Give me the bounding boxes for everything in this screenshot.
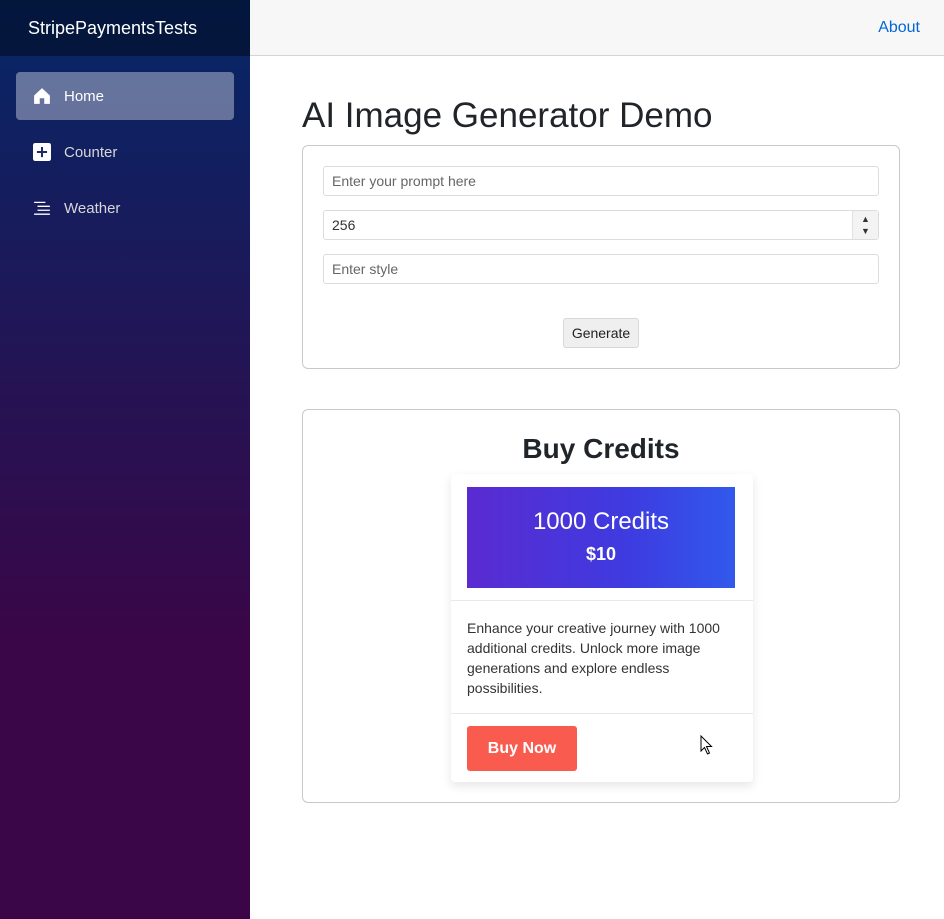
size-field: ▲ ▼ xyxy=(323,210,879,240)
list-icon xyxy=(32,198,52,218)
buy-now-button[interactable]: Buy Now xyxy=(467,726,577,771)
generator-card: ▲ ▼ Generate xyxy=(302,145,900,369)
prompt-input[interactable] xyxy=(323,166,879,196)
buy-credits-title: Buy Credits xyxy=(522,433,680,464)
about-link[interactable]: About xyxy=(878,19,920,37)
product-banner: 1000 Credits $10 xyxy=(467,487,735,588)
product-price: $10 xyxy=(585,544,617,564)
size-number-input[interactable] xyxy=(323,210,879,240)
product-description: Enhance your creative journey with 1000 … xyxy=(467,620,720,696)
nav-item-label: Weather xyxy=(64,199,121,217)
buy-credits-card: Buy Credits 1000 Credits $10 Enhance you… xyxy=(302,409,900,803)
product-name: 1000 Credits xyxy=(532,508,670,535)
divider xyxy=(451,713,753,714)
mouse-cursor-icon xyxy=(700,734,714,760)
generate-row: Generate xyxy=(323,318,879,348)
app-brand[interactable]: StripePaymentsTests xyxy=(28,18,197,39)
brand-bar: StripePaymentsTests xyxy=(0,0,250,56)
nav-item-weather[interactable]: Weather xyxy=(16,184,234,232)
sidebar: StripePaymentsTests Home Counter Weather xyxy=(0,0,250,919)
nav-menu: Home Counter Weather xyxy=(0,56,250,232)
stepper-up-icon[interactable]: ▲ xyxy=(861,213,870,225)
page-title: AI Image Generator Demo xyxy=(302,96,713,135)
home-icon xyxy=(32,86,52,106)
top-row: About xyxy=(250,0,944,56)
style-input[interactable] xyxy=(323,254,879,284)
nav-item-counter[interactable]: Counter xyxy=(16,128,234,176)
divider xyxy=(451,600,753,601)
stepper-down-icon[interactable]: ▼ xyxy=(861,225,870,237)
generate-button[interactable]: Generate xyxy=(562,318,640,348)
nav-item-label: Counter xyxy=(64,143,118,161)
size-stepper[interactable]: ▲ ▼ xyxy=(852,211,878,239)
nav-item-label: Home xyxy=(64,87,105,105)
nav-item-home[interactable]: Home xyxy=(16,72,234,120)
plus-icon xyxy=(32,142,52,162)
main-content: AI Image Generator Demo ▲ ▼ Generate Buy… xyxy=(302,56,900,803)
